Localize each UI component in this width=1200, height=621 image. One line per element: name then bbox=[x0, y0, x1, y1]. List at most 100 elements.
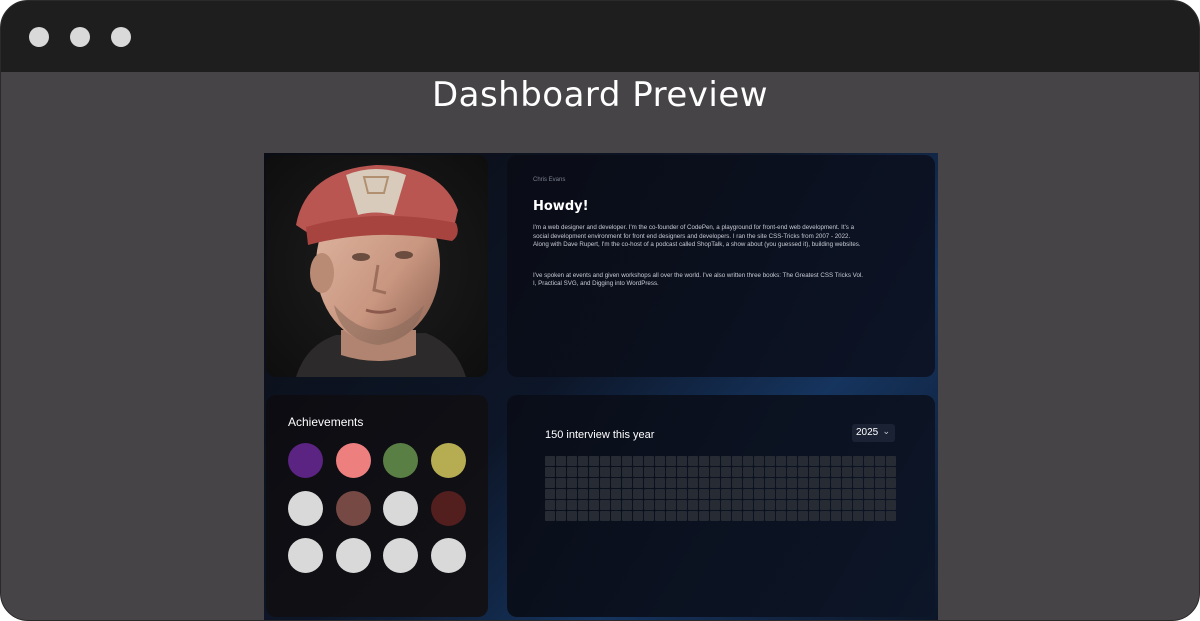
interview-count-title: 150 interview this year bbox=[545, 429, 655, 441]
activity-cell bbox=[864, 478, 874, 488]
activity-cell bbox=[699, 456, 709, 466]
activity-cell bbox=[886, 467, 896, 477]
achievement-badge[interactable] bbox=[430, 538, 466, 573]
chevron-down-icon: ⌄ bbox=[882, 426, 890, 436]
activity-cell bbox=[545, 500, 555, 510]
activity-cell bbox=[688, 467, 698, 477]
page-title: Dashboard Preview bbox=[431, 75, 769, 115]
activity-cell bbox=[765, 511, 775, 521]
activity-cell bbox=[600, 456, 610, 466]
achievement-badge[interactable] bbox=[430, 490, 466, 526]
activity-cell bbox=[787, 500, 797, 510]
activity-cell bbox=[699, 489, 709, 499]
activity-cell bbox=[721, 511, 731, 521]
activity-cell bbox=[831, 478, 841, 488]
activity-cell bbox=[655, 489, 665, 499]
achievement-badge[interactable] bbox=[335, 490, 371, 526]
activity-cell bbox=[809, 456, 819, 466]
achievement-badge[interactable] bbox=[430, 443, 466, 478]
activity-cell bbox=[842, 489, 852, 499]
activity-cell bbox=[809, 489, 819, 499]
activity-cell bbox=[589, 467, 599, 477]
activity-cell bbox=[556, 500, 566, 510]
activity-cell bbox=[556, 467, 566, 477]
window-maximize-dot[interactable] bbox=[111, 27, 131, 47]
activity-cell bbox=[798, 500, 808, 510]
activity-cell bbox=[765, 478, 775, 488]
activity-cell bbox=[633, 456, 643, 466]
achievement-badge[interactable] bbox=[288, 538, 323, 573]
activity-cell bbox=[578, 478, 588, 488]
activity-cell bbox=[699, 467, 709, 477]
activity-cell bbox=[688, 478, 698, 488]
activity-cell bbox=[589, 456, 599, 466]
activity-cell bbox=[743, 489, 753, 499]
achievement-badge[interactable] bbox=[383, 443, 418, 478]
activity-cell bbox=[754, 467, 764, 477]
activity-cell bbox=[688, 456, 698, 466]
activity-cell bbox=[644, 489, 654, 499]
activity-cell bbox=[633, 467, 643, 477]
activity-cell bbox=[666, 456, 676, 466]
activity-cell bbox=[710, 500, 720, 510]
activity-cell bbox=[666, 500, 676, 510]
activity-cell bbox=[567, 478, 577, 488]
achievements-title: Achievements bbox=[288, 415, 364, 429]
activity-cell bbox=[611, 467, 621, 477]
activity-cell bbox=[633, 500, 643, 510]
activity-cell bbox=[787, 456, 797, 466]
activity-cell bbox=[556, 489, 566, 499]
activity-cell bbox=[798, 478, 808, 488]
achievement-badge[interactable] bbox=[335, 443, 371, 478]
activity-cell bbox=[776, 500, 786, 510]
activity-cell bbox=[754, 500, 764, 510]
year-select[interactable]: 2025 ⌄ bbox=[852, 424, 895, 442]
activity-cell bbox=[853, 489, 863, 499]
activity-cell bbox=[622, 478, 632, 488]
activity-cell bbox=[754, 489, 764, 499]
activity-cell bbox=[820, 467, 830, 477]
activity-cell bbox=[721, 500, 731, 510]
achievement-badge[interactable] bbox=[288, 490, 323, 526]
activity-cell bbox=[699, 500, 709, 510]
activity-cell bbox=[732, 511, 742, 521]
achievement-badge[interactable] bbox=[383, 538, 418, 573]
activity-cell bbox=[743, 456, 753, 466]
activity-cell bbox=[886, 511, 896, 521]
activity-cell bbox=[688, 500, 698, 510]
year-select-value: 2025 bbox=[856, 427, 879, 438]
achievement-badge[interactable] bbox=[288, 443, 323, 478]
activity-cell bbox=[666, 489, 676, 499]
activity-cell bbox=[567, 511, 577, 521]
activity-cell bbox=[611, 489, 621, 499]
activity-cell bbox=[886, 456, 896, 466]
achievement-badge[interactable] bbox=[335, 538, 371, 573]
activity-cell bbox=[820, 456, 830, 466]
activity-cell bbox=[589, 489, 599, 499]
achievement-badge[interactable] bbox=[383, 490, 418, 526]
activity-cell bbox=[743, 500, 753, 510]
activity-cell bbox=[831, 489, 841, 499]
activity-cell bbox=[545, 467, 555, 477]
activity-grid bbox=[545, 456, 896, 521]
activity-cell bbox=[820, 489, 830, 499]
activity-cell bbox=[842, 478, 852, 488]
activity-cell bbox=[765, 467, 775, 477]
activity-cell bbox=[864, 489, 874, 499]
activity-cell bbox=[655, 500, 665, 510]
window-close-dot[interactable] bbox=[29, 27, 49, 47]
activity-cell bbox=[567, 489, 577, 499]
intro-card: Chris Evans Howdy! I'm a web designer an… bbox=[507, 155, 935, 377]
activity-cell bbox=[776, 489, 786, 499]
activity-cell bbox=[875, 467, 885, 477]
window-minimize-dot[interactable] bbox=[70, 27, 90, 47]
activity-cell bbox=[677, 489, 687, 499]
intro-paragraph: I'm a web designer and developer. I'm th… bbox=[533, 224, 861, 249]
activity-cell bbox=[721, 456, 731, 466]
activity-cell bbox=[677, 500, 687, 510]
activity-cell bbox=[710, 511, 720, 521]
activity-cell bbox=[809, 511, 819, 521]
activity-cell bbox=[600, 478, 610, 488]
dashboard-preview: Chris Evans Howdy! I'm a web designer an… bbox=[264, 153, 938, 620]
activity-cell bbox=[721, 489, 731, 499]
